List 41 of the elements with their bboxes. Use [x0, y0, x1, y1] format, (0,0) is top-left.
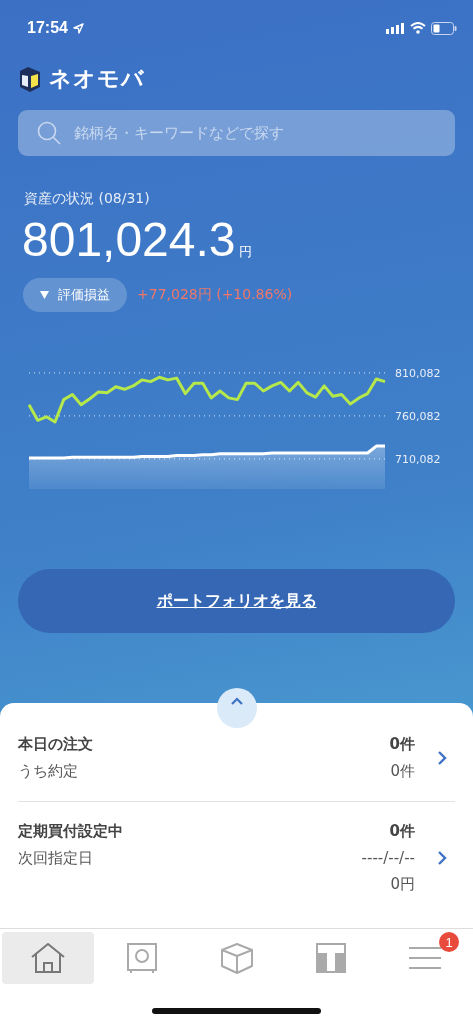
total-assets-amount: 801,024.3 [22, 214, 236, 266]
row-value: 0件 [390, 762, 415, 781]
currency-unit: 円 [238, 243, 252, 261]
profit-loss-toggle[interactable]: 評価損益 [23, 278, 127, 312]
chevron-right-icon [437, 850, 447, 866]
y-axis-label: 710,082 [395, 452, 441, 466]
row-label: うち約定 [18, 762, 79, 781]
dropdown-triangle-icon [40, 291, 49, 299]
row-title: 本日の注文 [18, 735, 94, 754]
search-icon [36, 120, 62, 146]
profit-loss-value: +77,028円 (+10.86%) [137, 286, 293, 304]
portfolio-button[interactable]: ポートフォリオを見る [18, 569, 455, 633]
menu-icon [408, 946, 441, 970]
tab-bar-item[interactable] [2, 932, 95, 984]
y-axis-label: 810,082 [395, 366, 441, 380]
y-axis-label: 760,082 [395, 409, 441, 423]
home-icon [30, 942, 67, 974]
row-value: 0件 [389, 735, 415, 754]
box-icon [218, 942, 255, 974]
row-value: 0件 [389, 822, 415, 841]
app-name: ネオモバ [49, 65, 145, 93]
signal-icon [386, 22, 405, 34]
order-summary-row[interactable]: 本日の注文 うち約定 0件 0件 [18, 715, 455, 802]
status-time: 17:54 [27, 19, 68, 37]
logo-icon [18, 65, 42, 93]
chevron-right-icon [437, 750, 447, 766]
order-summary-row[interactable]: 定期買付設定中 次回指定日 0件 ----/--/-- 0円 [18, 802, 455, 914]
chevron-up-icon [231, 697, 243, 705]
row-label: 次回指定日 [18, 849, 94, 868]
store-icon [315, 943, 346, 973]
row-value: ----/--/-- [361, 849, 415, 867]
notification-badge: 1 [439, 932, 459, 952]
safe-icon [126, 942, 159, 974]
wifi-icon [410, 22, 426, 34]
row-value: 0円 [390, 875, 415, 894]
tab-bar-item[interactable]: 1 [378, 932, 471, 984]
collapse-button[interactable] [217, 688, 257, 728]
battery-icon [431, 21, 457, 35]
row-title: 定期買付設定中 [18, 822, 124, 841]
assets-label: 資産の状況 (08/31) [24, 190, 151, 208]
location-arrow-icon [72, 22, 84, 34]
